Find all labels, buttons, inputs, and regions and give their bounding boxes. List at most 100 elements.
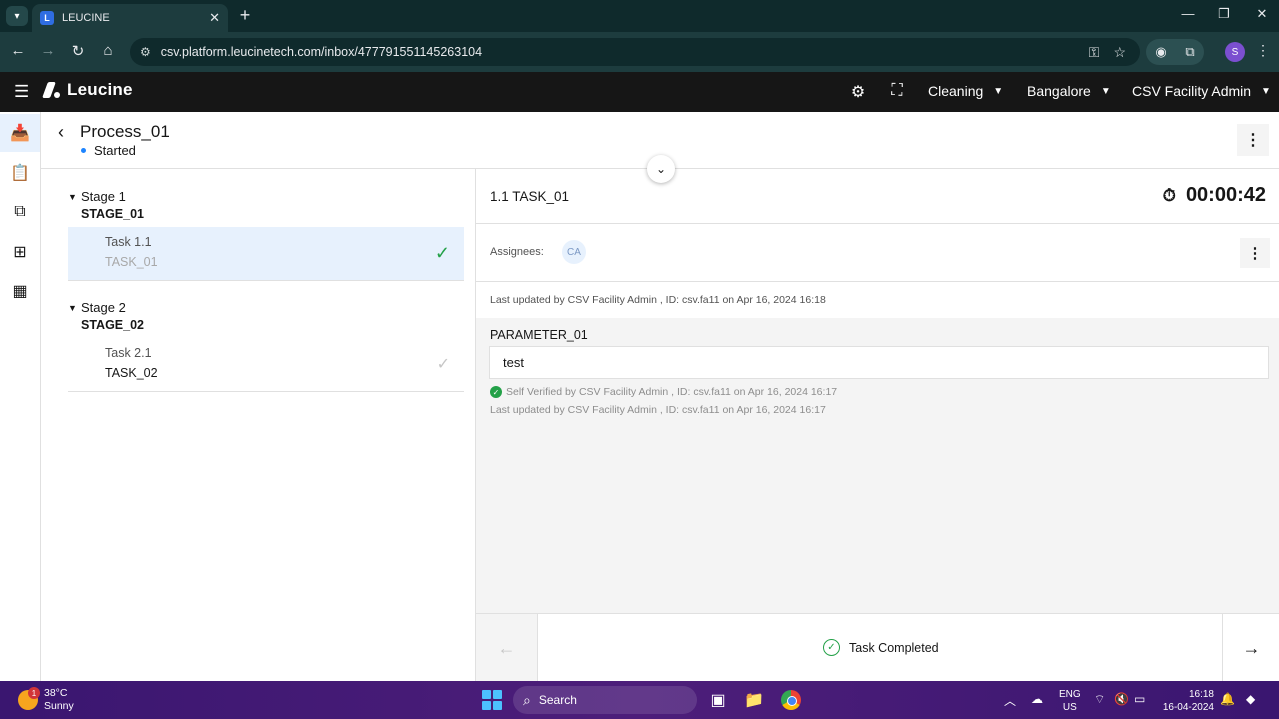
stage-header[interactable]: ▼ Stage 2 STAGE_02 [68,300,464,332]
task-item-2-1[interactable]: Task 2.1 TASK_02 ✓ [68,338,464,392]
task-more-options-icon[interactable]: ⋮ [1240,238,1270,268]
copilot-icon[interactable]: ◆ [1246,692,1255,706]
process-tree-icon[interactable]: ⧉ [0,193,40,231]
weather-widget[interactable]: 1 38°C Sunny [18,687,74,713]
verification-text: Self Verified by CSV Facility Admin , ID… [506,386,838,398]
clock-time: 16:18 [1188,689,1214,700]
task-title: 1.1 TASK_01 [490,189,570,204]
check-circle-icon: ✓ [823,639,840,656]
url-text: csv.platform.leucinetech.com/inbox/47779… [160,45,483,59]
stage-name: STAGE_02 [81,318,144,332]
task-detail-panel: 1.1 TASK_01 ⏱ 00:00:42 Assignees: CA ⋮ L… [475,169,1279,682]
extensions-puzzle-icon[interactable]: ⧉ [1185,44,1194,60]
settings-gear-icon[interactable]: ⚙ [848,82,868,102]
wifi-icon[interactable]: ⌔ [1094,692,1105,707]
parameter-input[interactable]: test [489,346,1269,379]
verification-line: ✓ Self Verified by CSV Facility Admin , … [490,386,837,398]
user-menu[interactable]: CSV Facility Admin ▼ [1132,83,1271,99]
task-view-icon[interactable]: ▣ [706,688,730,712]
back-icon[interactable]: ← [8,42,28,59]
tab-title: LEUCINE [62,12,110,24]
task-timer: ⏱ 00:00:42 [1163,184,1266,207]
inbox-icon[interactable]: 📥 [0,114,40,152]
close-window-icon[interactable]: ✕ [1252,6,1272,22]
caret-down-icon: ▼ [68,303,77,313]
task-last-updated: Last updated by CSV Facility Admin , ID:… [490,294,826,306]
calculator-icon[interactable]: ▦ [0,272,40,310]
verified-check-icon: ✓ [490,386,502,398]
browser-tab[interactable]: L LEUCINE ✕ [32,4,228,32]
task-name: TASK_02 [105,366,158,380]
reload-icon[interactable]: ↻ [68,42,88,60]
profile-avatar[interactable]: S [1225,42,1245,62]
stage-list: ▼ Stage 1 STAGE_01 Task 1.1 TASK_01 ✓ ▼ … [41,169,475,681]
speaker-muted-icon[interactable]: 🔇 [1114,692,1129,706]
file-explorer-icon[interactable]: 📁 [742,688,766,712]
collapse-chevron-icon[interactable]: ⌄ [647,155,675,183]
forward-icon[interactable]: → [38,42,58,59]
back-arrow-icon[interactable]: ‹ [58,122,64,143]
task-label: Task 1.1 [105,235,152,249]
leucine-logo[interactable]: Leucine [43,80,133,100]
task-header: 1.1 TASK_01 ⏱ 00:00:42 [476,169,1279,224]
stage-label: Stage 1 [81,189,126,204]
checklist-icon[interactable]: 📋 [0,154,40,192]
new-tab-icon[interactable]: + [236,5,254,26]
close-tab-icon[interactable]: ✕ [209,10,220,26]
extensions-group: ◉ ⧉ [1146,39,1204,65]
task-footer: ← ✓ Task Completed → [476,613,1279,682]
password-key-icon[interactable]: ⚿ [1089,44,1100,61]
home-icon[interactable]: ⌂ [98,42,118,59]
windows-start-icon[interactable] [482,690,502,710]
onedrive-cloud-icon[interactable]: ☁ [1031,692,1043,706]
chrome-taskbar-icon[interactable] [779,688,803,712]
assignees-label: Assignees: [490,246,544,258]
facility-label: Bangalore [1027,83,1091,99]
task-item-1-1[interactable]: Task 1.1 TASK_01 ✓ [68,227,464,281]
chevron-down-icon: ▼ [993,85,1004,97]
stage-header[interactable]: ▼ Stage 1 STAGE_01 [68,189,464,221]
use-case-selector[interactable]: Cleaning ▼ [928,83,1003,99]
browser-toolbar: ← → ↻ ⌂ ⚙ csv.platform.leucinetech.com/i… [0,32,1279,72]
tab-search-icon[interactable]: ▾ [6,6,28,26]
bookmark-star-icon[interactable]: ☆ [1113,44,1126,61]
notification-bell-icon[interactable]: 🔔 [1220,692,1235,706]
assignee-avatar[interactable]: CA [562,240,586,264]
weather-text: 38°C Sunny [44,687,74,713]
stage-name: STAGE_01 [81,207,144,221]
minimize-icon[interactable]: — [1178,6,1198,21]
site-info-icon[interactable]: ⚙ [140,45,151,59]
stopwatch-icon: ⏱ [1162,185,1176,205]
status-dot-icon [81,148,86,153]
tray-chevron-up-icon[interactable]: ︿ [1004,692,1016,709]
process-status-text: Started [94,143,136,158]
browser-menu-icon[interactable]: ⋮ [1256,42,1270,59]
hamburger-menu-icon[interactable]: ☰ [14,82,29,102]
leucine-favicon-icon: L [40,11,54,25]
facility-selector[interactable]: Bangalore ▼ [1027,83,1111,99]
hierarchy-icon[interactable]: ⊞ [0,233,40,271]
lang-top: ENG [1059,689,1081,700]
camera-extension-icon[interactable]: ◉ [1155,44,1166,60]
left-nav-rail: 📥 📋 ⧉ ⊞ ▦ [0,112,41,681]
user-label: CSV Facility Admin [1132,83,1252,99]
sun-icon: 1 [18,687,40,710]
taskbar-search[interactable]: ⌕ Search [513,686,697,714]
check-icon: ✓ [434,243,450,263]
process-more-options-icon[interactable]: ⋮ [1237,124,1269,156]
notification-badge: 1 [28,687,40,699]
leucine-logo-icon [43,80,61,100]
restore-icon[interactable]: ❐ [1214,6,1234,22]
system-clock[interactable]: 16:18 16-04-2024 [1160,688,1214,714]
battery-icon[interactable]: ▭ [1134,692,1145,706]
language-indicator[interactable]: ENG US [1059,688,1081,714]
search-icon: ⌕ [523,691,531,708]
next-task-arrow-icon[interactable]: → [1222,614,1279,682]
lang-bottom: US [1062,702,1077,713]
scan-icon[interactable]: ⛶ [887,82,907,100]
assignees-row: Assignees: CA ⋮ [476,224,1279,282]
address-bar[interactable]: ⚙ csv.platform.leucinetech.com/inbox/477… [130,38,1140,66]
weather-temp: 38°C [44,687,68,699]
previous-task-arrow-icon[interactable]: ← [476,614,538,682]
browser-tab-strip: ▾ L LEUCINE ✕ + — ❐ ✕ [0,0,1279,32]
